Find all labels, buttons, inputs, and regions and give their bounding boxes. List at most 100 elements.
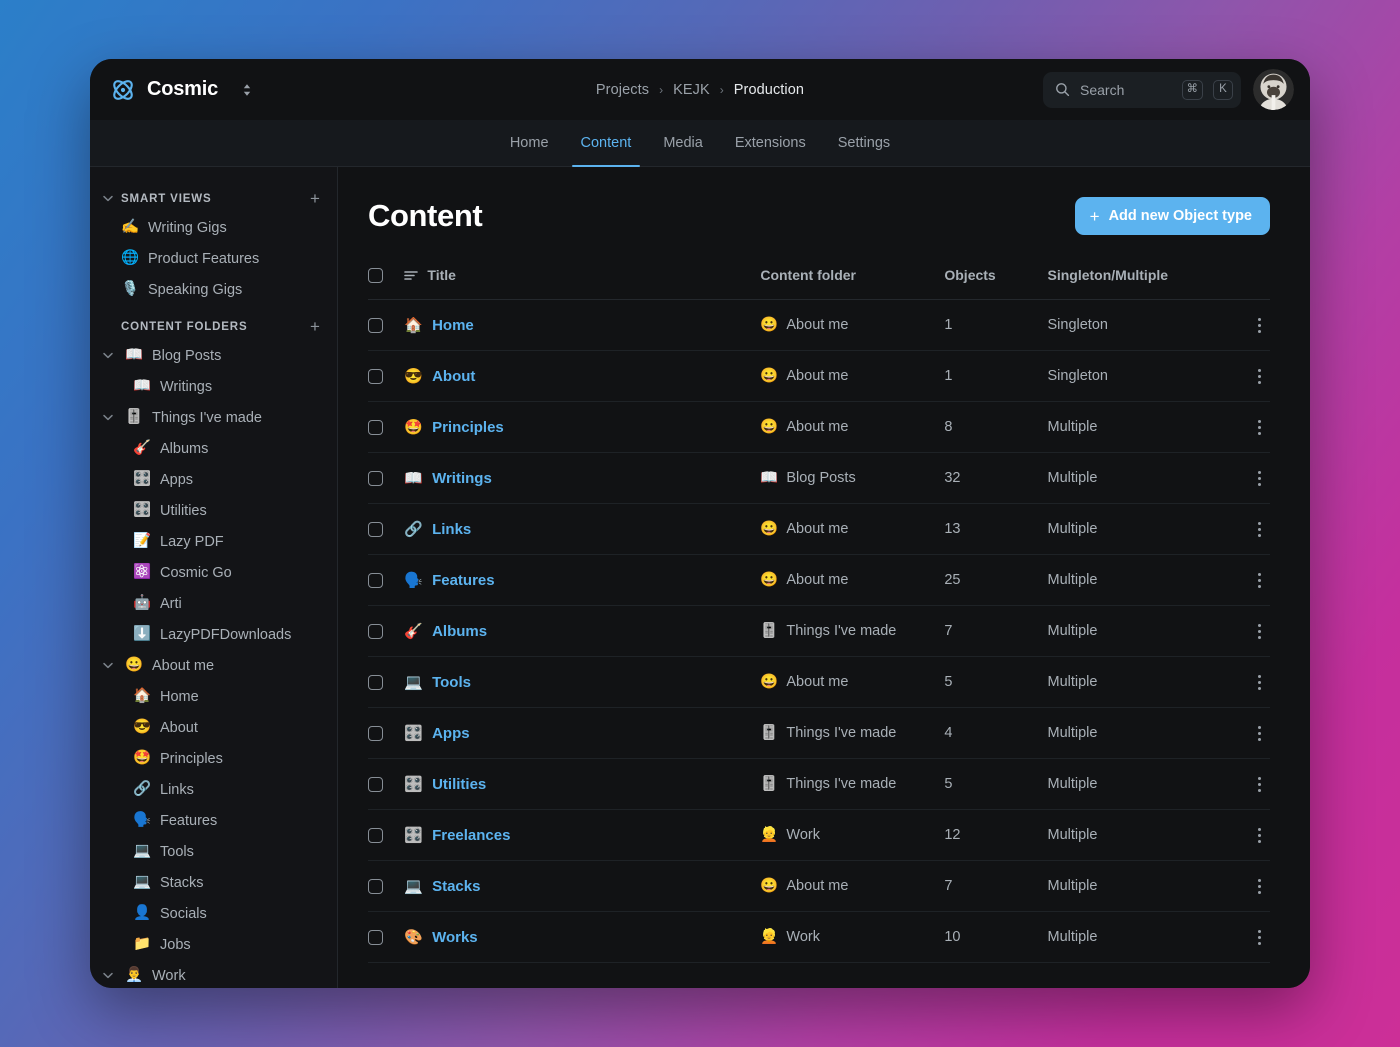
table-row[interactable]: 🤩 Principles 😀 About me 8 Multiple xyxy=(368,401,1270,453)
sidebar-folder-blog-posts[interactable]: 📖 Blog Posts xyxy=(90,340,337,371)
row-checkbox[interactable] xyxy=(368,929,383,945)
table-row[interactable]: 🎛️ Freelances 👱 Work 12 Multiple xyxy=(368,809,1270,861)
breadcrumb-item-kejk[interactable]: KEJK xyxy=(673,82,710,98)
sidebar-item-arti[interactable]: 🤖 Arti xyxy=(90,588,337,619)
row-title-link[interactable]: Stacks xyxy=(432,878,480,895)
sidebar-item-writing-gigs[interactable]: ✍️ Writing Gigs xyxy=(90,212,337,243)
tab-settings[interactable]: Settings xyxy=(825,120,903,166)
sidebar-section-smart-views[interactable]: SMART VIEWS + xyxy=(90,185,337,212)
row-checkbox[interactable] xyxy=(368,317,383,333)
sidebar-item-product-features[interactable]: 🌐 Product Features xyxy=(90,243,337,274)
table-row[interactable]: 💻 Tools 😀 About me 5 Multiple xyxy=(368,656,1270,708)
sidebar-item-features[interactable]: 🗣️ Features xyxy=(90,805,337,836)
sidebar-folder-work[interactable]: 👨‍💼 Work xyxy=(90,960,337,988)
row-title-link[interactable]: Apps xyxy=(432,725,470,742)
row-more-options-icon[interactable] xyxy=(1248,314,1270,336)
row-title-link[interactable]: Albums xyxy=(432,623,487,640)
sidebar-item-socials[interactable]: 👤 Socials xyxy=(90,898,337,929)
row-title-link[interactable]: Freelances xyxy=(432,827,510,844)
table-row[interactable]: 📖 Writings 📖 Blog Posts 32 Multiple xyxy=(368,452,1270,504)
row-title-link[interactable]: Tools xyxy=(432,674,471,691)
tab-extensions[interactable]: Extensions xyxy=(722,120,819,166)
row-more-options-icon[interactable] xyxy=(1248,773,1270,795)
row-checkbox[interactable] xyxy=(368,725,383,741)
row-checkbox[interactable] xyxy=(368,827,383,843)
row-title-link[interactable]: Home xyxy=(432,317,474,334)
sidebar-item-cosmic-go[interactable]: ⚛️ Cosmic Go xyxy=(90,557,337,588)
row-checkbox[interactable] xyxy=(368,623,383,639)
row-more-options-icon[interactable] xyxy=(1248,722,1270,744)
row-title-link[interactable]: Utilities xyxy=(432,776,486,793)
table-row[interactable]: 🎛️ Utilities 🎚️ Things I've made 5 Multipl… xyxy=(368,758,1270,810)
row-checkbox[interactable] xyxy=(368,674,383,690)
table-row[interactable]: 🗣️ Features 😀 About me 25 Multiple xyxy=(368,554,1270,606)
add-smart-view-button[interactable]: + xyxy=(307,190,323,207)
add-content-folder-button[interactable]: + xyxy=(307,318,323,335)
sidebar-item-principles[interactable]: 🤩 Principles xyxy=(90,743,337,774)
row-title-link[interactable]: Writings xyxy=(432,470,492,487)
sidebar-folder-about-me[interactable]: 😀 About me xyxy=(90,650,337,681)
row-title-link[interactable]: Principles xyxy=(432,419,504,436)
row-more-options-icon[interactable] xyxy=(1248,671,1270,693)
table-row[interactable]: 🎛️ Apps 🎚️ Things I've made 4 Multiple xyxy=(368,707,1270,759)
tab-home[interactable]: Home xyxy=(497,120,562,166)
row-more-options-icon[interactable] xyxy=(1248,824,1270,846)
row-checkbox[interactable] xyxy=(368,776,383,792)
row-title-link[interactable]: Links xyxy=(432,521,471,538)
table-row[interactable]: 💻 Stacks 😀 About me 7 Multiple xyxy=(368,860,1270,912)
row-more-options-icon[interactable] xyxy=(1248,569,1270,591)
row-more-options-icon[interactable] xyxy=(1248,620,1270,642)
search-input[interactable]: Search ⌘ K xyxy=(1043,71,1241,108)
sidebar-item-stacks[interactable]: 💻 Stacks xyxy=(90,867,337,898)
row-title-link[interactable]: Features xyxy=(432,572,495,589)
row-more-options-icon[interactable] xyxy=(1248,875,1270,897)
row-more-options-icon[interactable] xyxy=(1248,467,1270,489)
sidebar-item-lazypdfdownloads[interactable]: ⬇️ LazyPDFDownloads xyxy=(90,619,337,650)
row-checkbox[interactable] xyxy=(368,419,383,435)
row-more-options-icon[interactable] xyxy=(1248,926,1270,948)
row-checkbox[interactable] xyxy=(368,878,383,894)
sidebar-item-jobs[interactable]: 📁 Jobs xyxy=(90,929,337,960)
tab-media[interactable]: Media xyxy=(650,120,716,166)
sidebar-item-about[interactable]: 😎 About xyxy=(90,712,337,743)
add-new-object-type-button[interactable]: + Add new Object type xyxy=(1074,197,1270,235)
sidebar-item-utilities[interactable]: 🎛️ Utilities xyxy=(90,495,337,526)
row-more-options-icon[interactable] xyxy=(1248,416,1270,438)
row-more-options-icon[interactable] xyxy=(1248,518,1270,540)
table-row[interactable]: 🏠 Home 😀 About me 1 Singleton xyxy=(368,299,1270,351)
table-row[interactable]: 🎨 Works 👱 Work 10 Multiple xyxy=(368,911,1270,963)
brand[interactable]: Cosmic xyxy=(110,77,255,103)
table-row[interactable]: 😎 About 😀 About me 1 Singleton xyxy=(368,350,1270,402)
sidebar-item-albums[interactable]: 🎸 Albums xyxy=(90,433,337,464)
select-all-checkbox[interactable] xyxy=(368,268,383,283)
row-select-cell xyxy=(368,503,405,555)
row-folder-label: About me xyxy=(786,368,849,384)
row-title-link[interactable]: About xyxy=(432,368,475,385)
row-checkbox[interactable] xyxy=(368,572,383,588)
row-title-link[interactable]: Works xyxy=(432,929,478,946)
table-row[interactable]: 🔗 Links 😀 About me 13 Multiple xyxy=(368,503,1270,555)
user-avatar-icon xyxy=(1253,69,1294,110)
row-checkbox[interactable] xyxy=(368,521,383,537)
sidebar-item-tools[interactable]: 💻 Tools xyxy=(90,836,337,867)
chevron-up-down-icon[interactable] xyxy=(239,80,255,100)
sidebar-item-links[interactable]: 🔗 Links xyxy=(90,774,337,805)
sidebar-item-home[interactable]: 🏠 Home xyxy=(90,681,337,712)
tab-content[interactable]: Content xyxy=(568,120,645,167)
sidebar-item-apps[interactable]: 🎛️ Apps xyxy=(90,464,337,495)
row-checkbox[interactable] xyxy=(368,368,383,384)
breadcrumb-item-production[interactable]: Production xyxy=(734,82,804,98)
row-more-options-icon[interactable] xyxy=(1248,365,1270,387)
sort-lines-icon[interactable] xyxy=(404,270,419,281)
sidebar-item-speaking-gigs[interactable]: 🎙️ Speaking Gigs xyxy=(90,274,337,305)
breadcrumb-item-projects[interactable]: Projects xyxy=(596,82,649,98)
sidebar-section-content-folders[interactable]: CONTENT FOLDERS + xyxy=(90,313,337,340)
row-checkbox[interactable] xyxy=(368,470,383,486)
sidebar-item-writings[interactable]: 📖 Writings xyxy=(90,371,337,402)
sidebar-folder-things-ive-made[interactable]: 🎚️ Things I've made xyxy=(90,402,337,433)
avatar[interactable] xyxy=(1253,69,1294,110)
row-type-label: Multiple xyxy=(1047,401,1226,453)
row-menu-cell xyxy=(1225,554,1270,606)
table-row[interactable]: 🎸 Albums 🎚️ Things I've made 7 Multiple xyxy=(368,605,1270,657)
sidebar-item-lazy-pdf[interactable]: 📝 Lazy PDF xyxy=(90,526,337,557)
